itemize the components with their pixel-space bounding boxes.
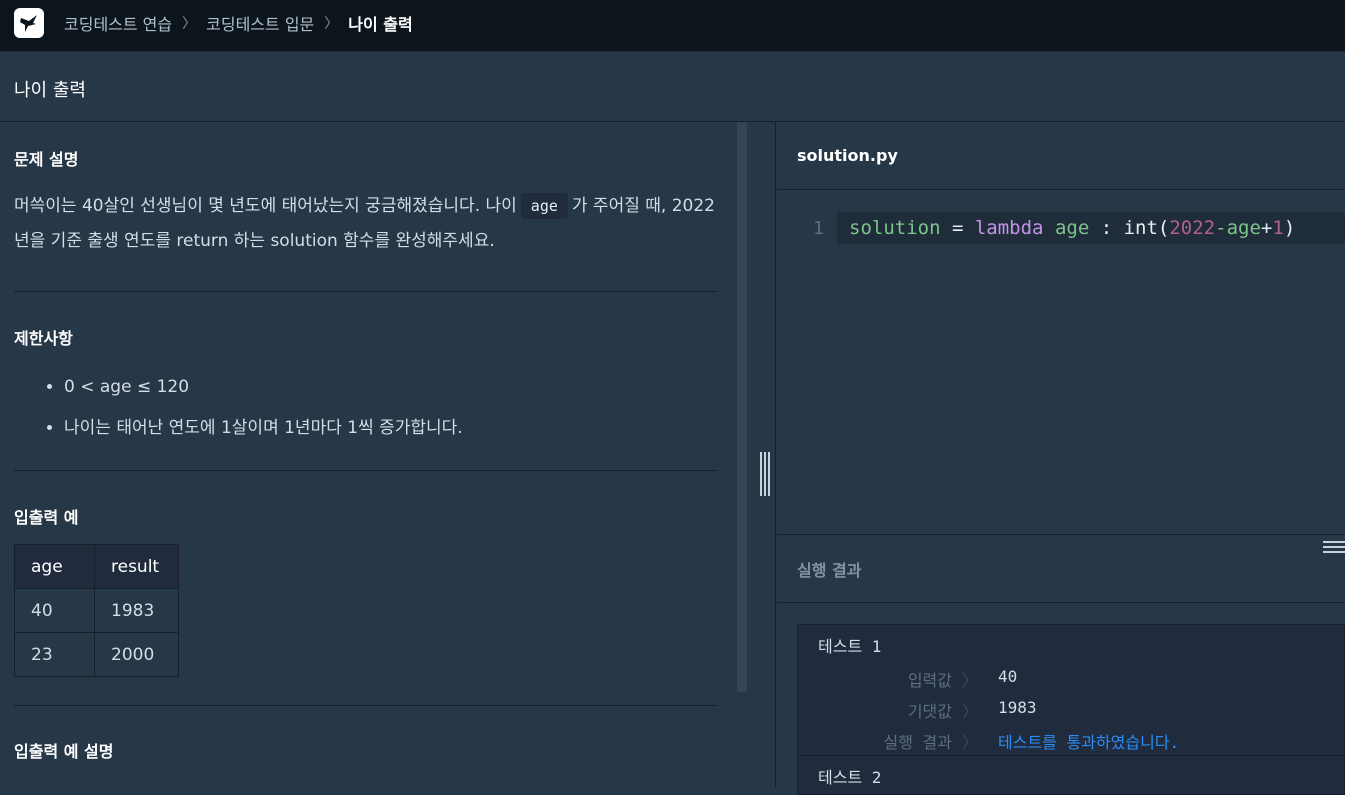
editor-panel: solution.py 1 solution = lambda age : in… <box>777 122 1345 795</box>
divider <box>14 705 717 706</box>
table-cell: 2000 <box>94 632 179 677</box>
chevron-right-icon: 〉 <box>324 16 339 32</box>
param-code: age <box>520 193 568 219</box>
breadcrumb-item-current: 나이 출력 <box>348 15 413 34</box>
table-row: 40 1983 <box>14 588 179 633</box>
chevron-right-icon: 〉 <box>961 671 978 690</box>
table-row: 23 2000 <box>14 632 179 677</box>
io-example-table: age result 40 1983 23 2000 <box>14 544 179 677</box>
result-panel-title: 실행 결과 <box>797 561 862 580</box>
code-line[interactable]: solution = lambda age : int(2022-age+1) <box>837 212 1345 244</box>
divider <box>14 291 717 292</box>
column-header-result: result <box>94 544 179 589</box>
breadcrumb: 코딩테스트 연습 〉 코딩테스트 입문 〉 나이 출력 <box>64 0 413 46</box>
input-value: 40 <box>998 667 1018 686</box>
code-editor[interactable]: 1 solution = lambda age : int(2022-age+1… <box>777 190 1345 535</box>
chevron-right-icon: 〉 <box>182 16 197 32</box>
table-header-row: age result <box>14 544 179 589</box>
left-panel-scrollbar[interactable] <box>737 122 747 692</box>
file-tab: solution.py <box>777 122 1345 190</box>
result-panel-header: 실행 결과 <box>777 535 1345 603</box>
result-label: 실행 결과 <box>883 733 952 752</box>
chevron-right-icon: 〉 <box>961 733 978 752</box>
top-navigation-bar: 코딩테스트 연습 〉 코딩테스트 입문 〉 나이 출력 <box>0 0 1345 52</box>
chevron-right-icon: 〉 <box>961 702 978 721</box>
breadcrumb-item-practice[interactable]: 코딩테스트 연습 <box>64 11 172 35</box>
breadcrumb-item-intro[interactable]: 코딩테스트 입문 <box>206 11 314 35</box>
table-cell: 23 <box>14 632 95 677</box>
table-cell: 1983 <box>94 588 179 633</box>
resize-grip-icon[interactable] <box>759 452 771 496</box>
io-example-heading: 입출력 예 <box>14 508 79 527</box>
expected-label: 기댓값 <box>907 702 952 721</box>
test-result-2: 테스트 2 <box>797 755 1345 795</box>
test-result-1: 테스트 1 입력값 〉 40 기댓값 〉 1983 실행 결과 〉 테스트를 통과하였… <box>797 624 1345 756</box>
constraints-heading: 제한사항 <box>14 329 73 348</box>
input-row: 입력값 〉 40 <box>798 667 1345 690</box>
constraints-list: 0 < age ≤ 120 나이는 태어난 연도에 1살이며 1년마다 1씩 증… <box>14 367 704 449</box>
description-text: 머쓱이는 40살인 선생님이 몇 년도에 태어났는지 궁금해졌습니다. 나이 ag… <box>14 189 719 259</box>
page-title: 나이 출력 <box>14 80 86 101</box>
problem-title-bar: 나이 출력 <box>0 52 1345 122</box>
test-name: 테스트 1 <box>818 637 882 656</box>
list-item: 0 < age ≤ 120 <box>64 367 704 408</box>
test-name: 테스트 2 <box>818 768 882 787</box>
list-item: 나이는 태어난 연도에 1살이며 1년마다 1씩 증가합니다. <box>64 408 704 449</box>
divider <box>14 470 717 471</box>
line-number: 1 <box>813 218 824 239</box>
io-description-heading: 입출력 예 설명 <box>14 742 114 761</box>
column-header-age: age <box>14 544 95 589</box>
expected-value: 1983 <box>998 698 1037 717</box>
logo-icon[interactable] <box>14 8 44 38</box>
menu-icon[interactable] <box>1323 541 1345 555</box>
result-row: 실행 결과 〉 테스트를 통과하였습니다. <box>798 729 1345 752</box>
result-value: 테스트를 통과하였습니다. <box>998 733 1180 752</box>
expected-row: 기댓값 〉 1983 <box>798 698 1345 721</box>
description-heading: 문제 설명 <box>14 150 79 169</box>
input-label: 입력값 <box>907 671 952 690</box>
problem-description-panel: 문제 설명 머쓱이는 40살인 선생님이 몇 년도에 태어났는지 궁금해졌습니다… <box>0 122 737 788</box>
file-name[interactable]: solution.py <box>797 146 898 165</box>
table-cell: 40 <box>14 588 95 633</box>
